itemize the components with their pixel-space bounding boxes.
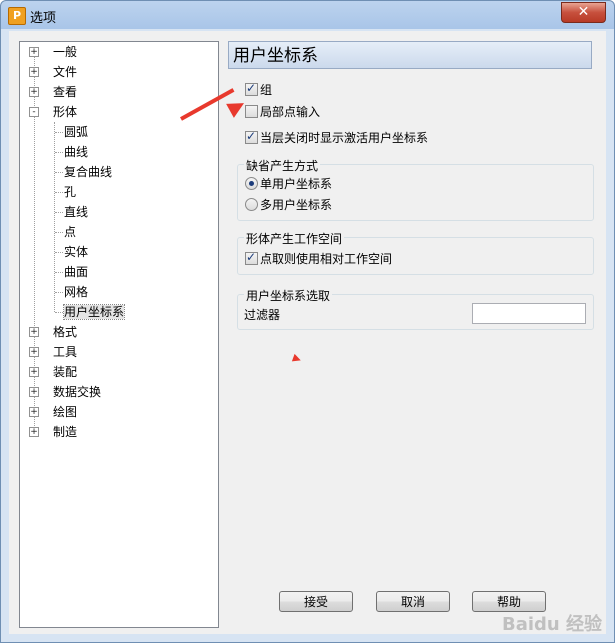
expand-icon[interactable]: +	[29, 387, 39, 397]
tree-item-label: 查看	[53, 85, 78, 99]
tree-item-label: 用户坐标系	[62, 304, 126, 320]
show-active-ucs-label: 当层关闭时显示激活用户坐标系	[260, 131, 429, 145]
tree-item-label: 网格	[64, 285, 89, 299]
tree-line	[55, 212, 63, 213]
single-ucs-radio[interactable]	[245, 177, 258, 190]
accept-button[interactable]: 接受	[279, 591, 353, 612]
tree-item-label: 圆弧	[64, 125, 89, 139]
group-title: 形体产生工作空间	[244, 230, 345, 247]
tree-item-label: 工具	[53, 345, 78, 359]
group-title: 缺省产生方式	[244, 157, 321, 174]
expand-icon[interactable]: +	[29, 427, 39, 437]
filter-label: 过滤器	[244, 308, 281, 322]
expand-icon[interactable]: +	[29, 367, 39, 377]
expand-icon[interactable]: +	[29, 347, 39, 357]
tree-item-ucs-selected[interactable]: 用户坐标系	[62, 302, 126, 322]
multi-ucs-radio[interactable]	[245, 198, 258, 211]
group-title: 用户坐标系选取	[244, 287, 333, 304]
relative-workspace-checkbox[interactable]	[245, 250, 258, 265]
tree-item-label: 曲面	[64, 265, 89, 279]
local-point-input-checkbox[interactable]	[245, 105, 258, 118]
tree-item-label: 制造	[53, 425, 78, 439]
filter-input[interactable]	[472, 303, 586, 324]
expand-icon[interactable]: +	[29, 67, 39, 77]
tree-item-surface[interactable]: 曲面	[64, 262, 88, 282]
tree-item-label: 点	[64, 225, 77, 239]
group-label: 组	[260, 83, 273, 97]
tree-item-composite-curve[interactable]: 复合曲线	[64, 162, 112, 182]
tree-item-label: 形体	[53, 105, 78, 119]
tree-line	[55, 132, 63, 133]
app-icon: P	[8, 7, 26, 25]
panel-title: 用户坐标系	[228, 41, 592, 69]
close-button[interactable]: ✕	[561, 2, 606, 23]
tree-item-mesh[interactable]: 网格	[64, 282, 88, 302]
show-active-ucs-checkbox[interactable]	[245, 129, 258, 144]
window-title: 选项	[30, 11, 57, 26]
category-tree[interactable]: + 一般 + 文件 + 查看 - 形体 圆弧 曲线 复合曲线 孔 直线 点 实体…	[19, 41, 219, 628]
tree-item-label: 实体	[64, 245, 89, 259]
tree-item-curve[interactable]: 曲线	[64, 142, 88, 162]
tree-item-label: 装配	[53, 365, 78, 379]
tree-item-label: 一般	[53, 45, 78, 59]
tree-item-label: 曲线	[64, 145, 89, 159]
workspace-group: 形体产生工作空间 点取则使用相对工作空间	[237, 230, 594, 275]
tree-line	[55, 172, 63, 173]
tree-line	[55, 192, 63, 193]
tree-item-label: 文件	[53, 65, 78, 79]
single-ucs-label: 单用户坐标系	[260, 177, 333, 191]
tree-item-label: 数据交换	[53, 385, 102, 399]
expand-icon[interactable]: +	[29, 327, 39, 337]
tree-item-label: 孔	[64, 185, 77, 199]
tree-item-point[interactable]: 点	[64, 222, 76, 242]
expand-icon[interactable]: +	[29, 87, 39, 97]
tree-item-label: 直线	[64, 205, 89, 219]
tree-item-hole[interactable]: 孔	[64, 182, 76, 202]
tree-item-arc[interactable]: 圆弧	[64, 122, 88, 142]
group-checkbox[interactable]	[245, 81, 258, 96]
ucs-selection-group: 用户坐标系选取 过滤器	[237, 287, 594, 330]
tree-item-label: 绘图	[53, 405, 78, 419]
tree-line	[55, 152, 63, 153]
collapse-icon[interactable]: -	[29, 107, 39, 117]
expand-icon[interactable]: +	[29, 47, 39, 57]
local-point-input-label: 局部点输入	[260, 105, 321, 119]
title-bar[interactable]: P 选项 ✕	[1, 1, 614, 29]
dialog-client-area: + 一般 + 文件 + 查看 - 形体 圆弧 曲线 复合曲线 孔 直线 点 实体…	[9, 31, 606, 634]
options-dialog: P 选项 ✕ + 一般 + 文件 + 查看 - 形体 圆弧 曲线 复合曲线 孔 …	[0, 0, 615, 643]
relative-workspace-label: 点取则使用相对工作空间	[260, 252, 393, 266]
multi-ucs-label: 多用户坐标系	[260, 198, 333, 212]
tree-item-label: 格式	[53, 325, 78, 339]
tree-line	[55, 292, 63, 293]
tree-item-label: 复合曲线	[64, 165, 113, 179]
default-mode-group: 缺省产生方式 单用户坐标系 多用户坐标系	[237, 157, 594, 221]
expand-icon[interactable]: +	[29, 407, 39, 417]
tree-line	[55, 272, 63, 273]
watermark: Baidu 经验	[501, 614, 602, 635]
tree-item-solid[interactable]: 实体	[64, 242, 88, 262]
tree-line	[55, 232, 63, 233]
tree-line	[55, 252, 63, 253]
help-button[interactable]: 帮助	[472, 591, 546, 612]
cancel-button[interactable]: 取消	[376, 591, 450, 612]
tree-line	[54, 122, 55, 312]
tree-line	[55, 312, 63, 313]
tree-item-line[interactable]: 直线	[64, 202, 88, 222]
